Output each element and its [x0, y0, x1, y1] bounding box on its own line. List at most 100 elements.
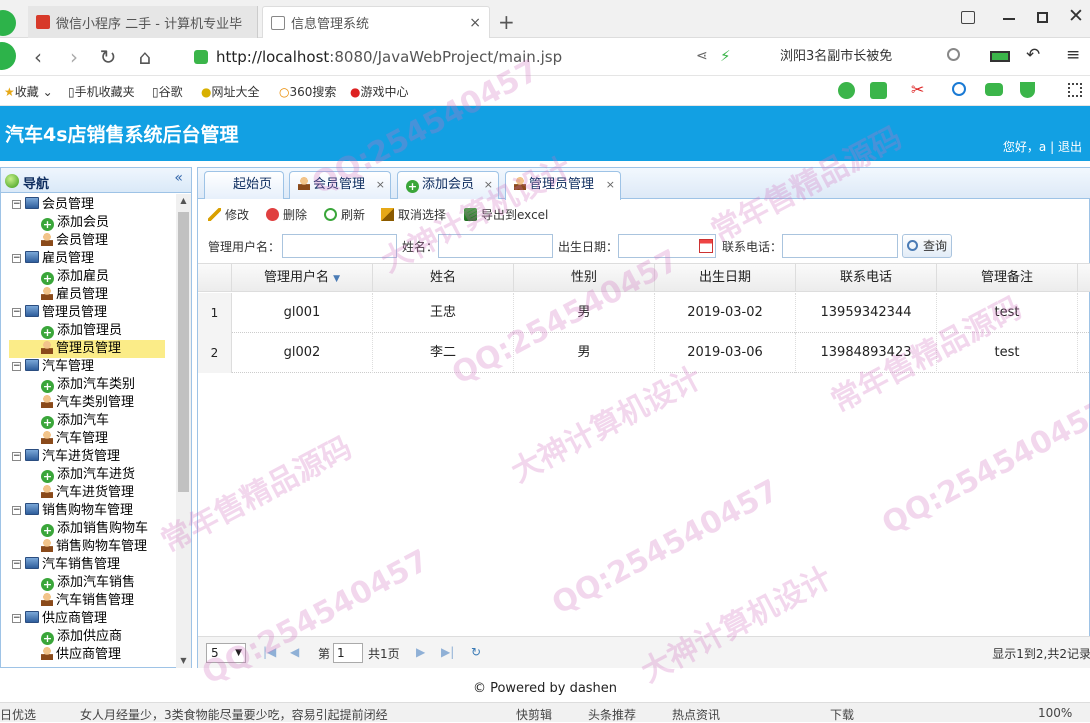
nav-group[interactable]: 汽车进货管理: [25, 448, 120, 466]
nav-item[interactable]: + 添加雇员: [41, 268, 109, 286]
nav-item[interactable]: 汽车管理: [41, 430, 108, 448]
nav-item[interactable]: + 添加汽车销售: [41, 574, 135, 592]
tree-toggle-icon[interactable]: −: [12, 254, 21, 263]
tree-toggle-icon[interactable]: −: [12, 362, 21, 371]
close-icon[interactable]: ×: [376, 172, 385, 198]
close-icon[interactable]: ×: [606, 172, 615, 198]
column-header[interactable]: 出生日期: [655, 264, 796, 292]
page-number-input[interactable]: 1: [333, 643, 363, 663]
close-window-icon[interactable]: ✕: [1068, 5, 1084, 27]
tab-member-manage[interactable]: 会员管理 ×: [289, 171, 391, 199]
tree-toggle-icon[interactable]: −: [12, 200, 21, 209]
nav-item[interactable]: + 添加供应商: [41, 628, 122, 646]
logout-link[interactable]: 退出: [1058, 140, 1082, 154]
gamepad-icon[interactable]: [985, 83, 1003, 96]
status-item[interactable]: 热点资讯: [672, 706, 720, 723]
browser-logo-icon[interactable]: [0, 10, 16, 36]
prev-page-icon[interactable]: ◀: [290, 645, 299, 659]
nav-item[interactable]: 供应商管理: [41, 646, 121, 664]
nav-group[interactable]: 管理员管理: [25, 304, 107, 322]
wechat-icon[interactable]: [838, 82, 855, 99]
page-size-select[interactable]: 5 ▼: [206, 643, 246, 663]
nav-group[interactable]: 汽车销售管理: [25, 556, 120, 574]
bookmark-favorites[interactable]: ★收藏 ⌄: [4, 83, 53, 100]
bookmark-google[interactable]: ▯谷歌: [152, 83, 183, 100]
tree-toggle-icon[interactable]: −: [12, 308, 21, 317]
tree-toggle-icon[interactable]: −: [12, 506, 21, 515]
url-input[interactable]: http://localhost:8080/JavaWebProject/mai…: [190, 43, 740, 71]
collapse-icon[interactable]: «: [174, 170, 183, 186]
first-page-icon[interactable]: |◀: [263, 645, 276, 659]
nav-item[interactable]: 汽车进货管理: [41, 484, 134, 502]
nav-group[interactable]: 会员管理: [25, 196, 94, 214]
browser-tab-active[interactable]: 信息管理系统 ×: [262, 6, 490, 38]
username-input[interactable]: [282, 234, 397, 258]
forward-icon[interactable]: ›: [62, 45, 86, 69]
table-row[interactable]: 2 gl002 李二 男 2019-03-06 13984893423 test: [198, 333, 1090, 373]
nav-group[interactable]: 销售购物车管理: [25, 502, 133, 520]
battery-icon[interactable]: [990, 51, 1010, 62]
news-ticker[interactable]: 女人月经量少，3类食物能尽量要少吃，容易引起提前闭经: [80, 706, 388, 723]
column-header[interactable]: 性别: [514, 264, 655, 292]
close-icon[interactable]: ×: [484, 172, 493, 198]
cut-icon[interactable]: ✂: [911, 80, 924, 99]
refresh-icon[interactable]: ↻: [471, 645, 481, 659]
delete-button[interactable]: 删除: [266, 206, 307, 223]
nav-scrollbar[interactable]: ▲ ▼: [176, 194, 191, 668]
nav-item[interactable]: 汽车销售管理: [41, 592, 134, 610]
tree-toggle-icon[interactable]: −: [12, 560, 21, 569]
column-header[interactable]: 联系电话: [796, 264, 937, 292]
nav-item[interactable]: 管理员管理: [9, 340, 165, 358]
apps-icon[interactable]: [1068, 83, 1082, 97]
close-tab-icon[interactable]: ×: [469, 15, 481, 31]
share-icon[interactable]: ⋖: [696, 48, 708, 64]
column-header[interactable]: 管理备注: [937, 264, 1078, 292]
scroll-up-icon[interactable]: ▲: [176, 194, 191, 208]
status-item[interactable]: 下载: [830, 706, 854, 723]
export-button[interactable]: 导出到excel: [464, 206, 548, 223]
nav-item[interactable]: 会员管理: [41, 232, 108, 250]
column-header[interactable]: 姓名: [373, 264, 514, 292]
browser-tab[interactable]: 微信小程序 二手 - 计算机专业毕: [28, 6, 258, 38]
status-left[interactable]: 日优选: [0, 706, 36, 723]
status-item[interactable]: 快剪辑: [516, 706, 552, 723]
nav-item[interactable]: + 添加汽车: [41, 412, 109, 430]
shield-icon[interactable]: [1020, 82, 1035, 98]
magnifier-icon[interactable]: [952, 82, 966, 96]
bookmark-sites[interactable]: ●网址大全: [201, 83, 260, 100]
undo-icon[interactable]: ↶: [1026, 45, 1040, 65]
cancel-select-button[interactable]: 取消选择: [381, 206, 446, 223]
edit-button[interactable]: 修改: [208, 206, 249, 223]
shirt-icon[interactable]: [961, 11, 975, 24]
new-tab-button[interactable]: +: [498, 10, 515, 34]
menu-icon[interactable]: ≡: [1066, 45, 1080, 65]
minimize-icon[interactable]: [1003, 18, 1015, 20]
phone-input[interactable]: [782, 234, 898, 258]
tab-add-member[interactable]: + 添加会员 ×: [397, 171, 499, 199]
tree-toggle-icon[interactable]: −: [12, 452, 21, 461]
nav-group[interactable]: 雇员管理: [25, 250, 94, 268]
translate-icon[interactable]: [870, 82, 887, 99]
nav-item[interactable]: 销售购物车管理: [41, 538, 147, 556]
browser-search-input[interactable]: 浏阳3名副市长被免: [770, 43, 975, 71]
nav-item[interactable]: 汽车类别管理: [41, 394, 134, 412]
reload-icon[interactable]: ↻: [96, 45, 120, 69]
nav-item[interactable]: + 添加汽车类别: [41, 376, 135, 394]
zoom-level[interactable]: 100%: [1038, 706, 1072, 720]
calendar-icon[interactable]: [699, 239, 713, 253]
nav-item[interactable]: + 添加管理员: [41, 322, 122, 340]
nav-item[interactable]: + 添加销售购物车: [41, 520, 148, 538]
bookmark-360search[interactable]: ○360搜索: [279, 83, 336, 100]
maximize-icon[interactable]: [1037, 12, 1048, 23]
last-page-icon[interactable]: ▶|: [441, 645, 454, 659]
back-icon[interactable]: ‹: [26, 45, 50, 69]
tab-admin-manage[interactable]: 管理员管理 ×: [505, 171, 621, 200]
bookmark-games[interactable]: ●游戏中心: [350, 83, 409, 100]
status-item[interactable]: 头条推荐: [588, 706, 636, 723]
tree-toggle-icon[interactable]: −: [12, 614, 21, 623]
search-icon[interactable]: [947, 48, 960, 61]
home-icon[interactable]: ⌂: [133, 45, 157, 69]
nav-item[interactable]: + 添加会员: [41, 214, 109, 232]
query-button[interactable]: 查询: [902, 234, 952, 258]
column-header[interactable]: 管理用户名 ▼: [232, 264, 373, 292]
